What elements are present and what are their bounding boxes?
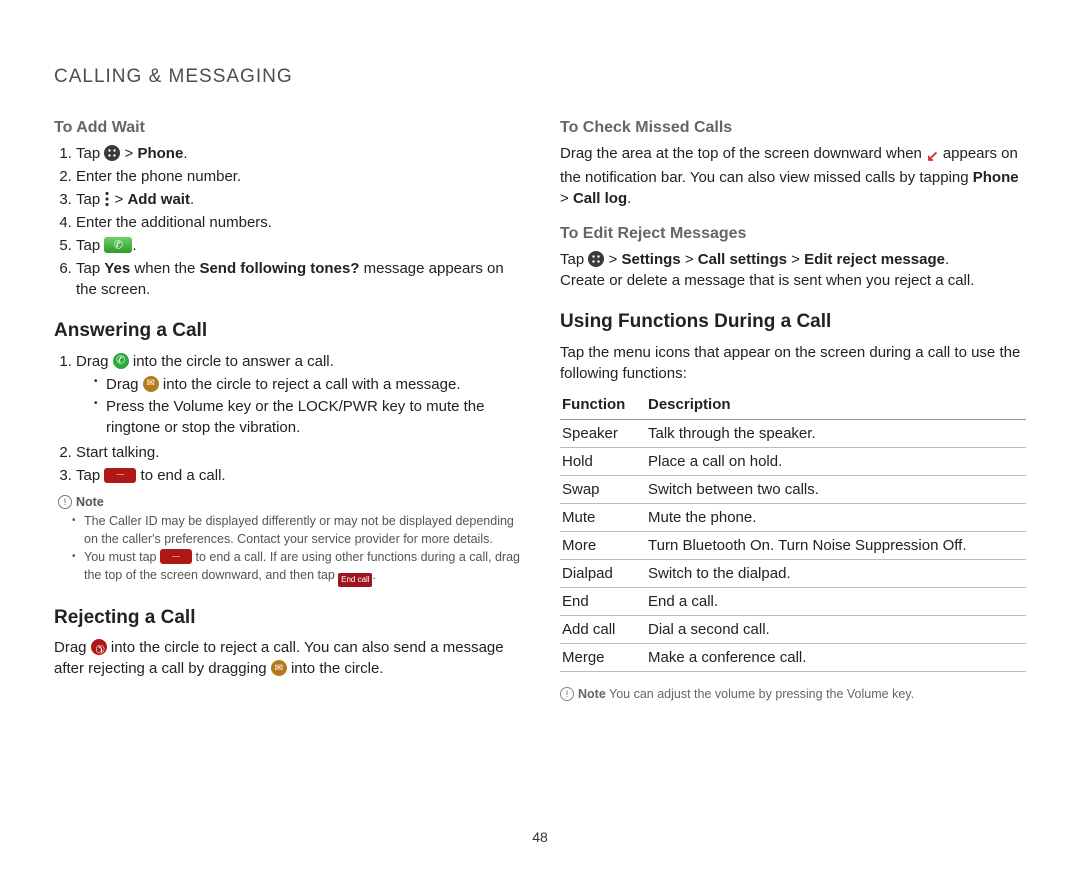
bullet: You must tap to end a call. If are using… bbox=[72, 549, 520, 587]
function-description: End a call. bbox=[646, 587, 1026, 615]
functions-table: Function Description SpeakerTalk through… bbox=[560, 390, 1026, 672]
edit-reject-body: Tap > Settings > Call settings > Edit re… bbox=[560, 249, 1026, 291]
reject-with-message-icon bbox=[143, 376, 159, 392]
table-row: DialpadSwitch to the dialpad. bbox=[560, 559, 1026, 587]
missed-call-icon: ↙ bbox=[926, 146, 939, 167]
during-call-intro: Tap the menu icons that appear on the sc… bbox=[560, 342, 1026, 384]
bullet: Press the Volume key or the LOCK/PWR key… bbox=[94, 396, 520, 438]
step: Enter the phone number. bbox=[76, 166, 520, 187]
missed-calls-body: Drag the area at the top of the screen d… bbox=[560, 143, 1026, 209]
table-row: MergeMake a conference call. bbox=[560, 643, 1026, 671]
rejecting-heading: Rejecting a Call bbox=[54, 605, 520, 632]
step: Tap Yes when the Send following tones? m… bbox=[76, 258, 520, 300]
page-number: 48 bbox=[0, 828, 1080, 848]
table-row: EndEnd a call. bbox=[560, 587, 1026, 615]
function-description: Talk through the speaker. bbox=[646, 419, 1026, 447]
table-row: SwapSwitch between two calls. bbox=[560, 475, 1026, 503]
end-call-button-icon bbox=[104, 468, 136, 483]
call-button-icon bbox=[104, 237, 132, 253]
function-description: Switch to the dialpad. bbox=[646, 559, 1026, 587]
reject-call-icon bbox=[91, 639, 107, 655]
bullet: The Caller ID may be displayed different… bbox=[72, 513, 520, 548]
bullet: Drag into the circle to reject a call wi… bbox=[94, 374, 520, 395]
apps-icon bbox=[588, 251, 604, 267]
function-name: Dialpad bbox=[560, 559, 646, 587]
step: Tap . bbox=[76, 235, 520, 256]
function-name: Add call bbox=[560, 615, 646, 643]
step: Drag into the circle to answer a call. D… bbox=[76, 351, 520, 438]
step: Enter the additional numbers. bbox=[76, 212, 520, 233]
overflow-menu-icon bbox=[104, 191, 110, 207]
edit-reject-heading: To Edit Reject Messages bbox=[560, 223, 1026, 245]
function-name: Swap bbox=[560, 475, 646, 503]
note-icon: ! bbox=[58, 495, 72, 509]
function-description: Switch between two calls. bbox=[646, 475, 1026, 503]
step: Tap to end a call. bbox=[76, 465, 520, 486]
note-bullets: The Caller ID may be displayed different… bbox=[58, 513, 520, 587]
end-call-pill-icon: End call bbox=[338, 573, 372, 587]
chapter-title: CALLING & MESSAGING bbox=[54, 64, 1026, 91]
step: Start talking. bbox=[76, 442, 520, 463]
reject-with-message-icon bbox=[271, 660, 287, 676]
table-row: MoreTurn Bluetooth On. Turn Noise Suppre… bbox=[560, 531, 1026, 559]
table-row: Add callDial a second call. bbox=[560, 615, 1026, 643]
note-block: !Note The Caller ID may be displayed dif… bbox=[54, 494, 520, 587]
apps-icon bbox=[104, 145, 120, 161]
answer-sub-bullets: Drag into the circle to reject a call wi… bbox=[76, 374, 520, 438]
manual-page: CALLING & MESSAGING To Add Wait Tap > Ph… bbox=[0, 0, 1080, 870]
end-call-button-icon bbox=[160, 549, 192, 564]
table-row: SpeakerTalk through the speaker. bbox=[560, 419, 1026, 447]
answering-heading: Answering a Call bbox=[54, 318, 520, 345]
function-description: Make a conference call. bbox=[646, 643, 1026, 671]
rejecting-body: Drag into the circle to reject a call. Y… bbox=[54, 637, 520, 679]
function-name: Merge bbox=[560, 643, 646, 671]
note-icon: ! bbox=[560, 687, 574, 701]
note-block: !Note You can adjust the volume by press… bbox=[560, 686, 1026, 704]
col-function: Function bbox=[560, 390, 646, 420]
right-column: To Check Missed Calls Drag the area at t… bbox=[560, 109, 1026, 704]
function-name: Hold bbox=[560, 447, 646, 475]
function-description: Dial a second call. bbox=[646, 615, 1026, 643]
answer-call-icon bbox=[113, 353, 129, 369]
function-name: Speaker bbox=[560, 419, 646, 447]
left-column: To Add Wait Tap > Phone. Enter the phone… bbox=[54, 109, 520, 704]
note-header: !Note bbox=[58, 495, 104, 509]
function-description: Place a call on hold. bbox=[646, 447, 1026, 475]
add-wait-heading: To Add Wait bbox=[54, 117, 520, 139]
during-call-heading: Using Functions During a Call bbox=[560, 309, 1026, 336]
add-wait-steps: Tap > Phone. Enter the phone number. Tap… bbox=[54, 143, 520, 300]
missed-calls-heading: To Check Missed Calls bbox=[560, 117, 1026, 139]
function-name: Mute bbox=[560, 503, 646, 531]
col-description: Description bbox=[646, 390, 1026, 420]
table-row: HoldPlace a call on hold. bbox=[560, 447, 1026, 475]
step: Tap > Phone. bbox=[76, 143, 520, 164]
step: Tap > Add wait. bbox=[76, 189, 520, 210]
function-name: End bbox=[560, 587, 646, 615]
function-name: More bbox=[560, 531, 646, 559]
table-row: MuteMute the phone. bbox=[560, 503, 1026, 531]
function-description: Mute the phone. bbox=[646, 503, 1026, 531]
two-column-layout: To Add Wait Tap > Phone. Enter the phone… bbox=[54, 109, 1026, 704]
function-description: Turn Bluetooth On. Turn Noise Suppressio… bbox=[646, 531, 1026, 559]
answering-steps: Drag into the circle to answer a call. D… bbox=[54, 351, 520, 486]
